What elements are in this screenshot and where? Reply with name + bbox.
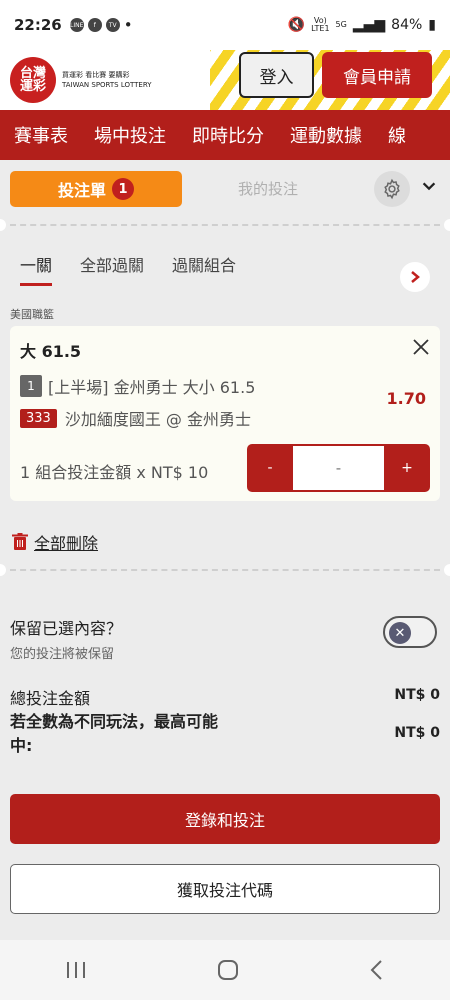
recent-apps-icon[interactable] xyxy=(65,960,87,980)
delete-all-label: 全部刪除 xyxy=(34,534,99,553)
mute-icon: 🔇 xyxy=(287,17,306,33)
quantity-stepper: - - + xyxy=(247,444,430,492)
tv-app-icon: TV xyxy=(105,18,120,32)
logo-english: TAIWAN SPORTS LOTTERY xyxy=(62,81,152,89)
nav-item-live-scores[interactable]: 即時比分 xyxy=(178,122,276,148)
selection-market-row: 1 [上半場] 金州勇士 大小 61.5 xyxy=(20,374,255,398)
back-icon[interactable] xyxy=(369,959,385,981)
close-icon xyxy=(413,339,429,355)
trash-icon xyxy=(12,533,28,550)
tab-my-bets[interactable]: 我的投注 xyxy=(238,178,298,199)
tab-single[interactable]: 一關 xyxy=(20,252,53,286)
notification-icons: LINE f TV • xyxy=(69,16,133,34)
selection-odds: 1.70 xyxy=(386,389,426,408)
quantity-input[interactable]: - xyxy=(293,446,384,490)
register-button[interactable]: 會員申請 xyxy=(322,52,432,98)
bet-selection-card: 大 61.5 1 [上半場] 金州勇士 大小 61.5 333 沙加緬度國王 @… xyxy=(10,326,440,501)
collapse-button[interactable] xyxy=(420,177,438,199)
tab-all-parlay[interactable]: 全部過關 xyxy=(80,252,144,286)
keep-selection-toggle[interactable]: ✕ xyxy=(383,616,437,648)
tab-parlay-combo[interactable]: 過關組合 xyxy=(172,252,236,286)
system-icons: 🔇 Vo) LTE1 5G ▂▄▆ 84% ▮ xyxy=(287,16,436,34)
next-tab-button[interactable] xyxy=(400,262,430,292)
selection-match-row: 333 沙加緬度國王 @ 金州勇士 xyxy=(20,406,251,430)
logo-tagline: 買運彩 看比賽 要購彩 xyxy=(62,71,130,79)
league-label: 美國職籃 xyxy=(10,308,54,321)
bet-type-tabs: 一關 全部過關 過關組合 xyxy=(0,232,450,294)
keep-selection-section: 保留已選內容？ 您的投注將被保留 ✕ xyxy=(0,577,450,662)
delete-all-button[interactable]: 全部刪除 xyxy=(0,501,450,563)
total-stake-value: NT$ 0 xyxy=(394,687,440,703)
clock: 22:26 xyxy=(14,16,62,34)
totals-section: 總投注金額 NT$ 0 若全數為不同玩法，最高可能中: NT$ 0 xyxy=(0,661,450,781)
network-type: 5G xyxy=(335,20,347,29)
battery-level: 84% xyxy=(391,17,423,33)
login-button[interactable]: 登入 xyxy=(239,52,314,98)
nav-item-more[interactable]: 線 xyxy=(374,122,418,148)
site-header: 台灣 運彩 買運彩 看比賽 要購彩 TAIWAN SPORTS LOTTERY 登… xyxy=(0,50,450,110)
login-and-bet-button[interactable]: 登錄和投注 xyxy=(10,794,440,844)
settings-button[interactable] xyxy=(374,171,410,207)
status-bar: 22:26 LINE f TV • 🔇 Vo) LTE1 5G ▂▄▆ 84% ▮ xyxy=(0,0,450,50)
dot-icon: • xyxy=(123,16,133,34)
leg-number-badge: 1 xyxy=(20,375,42,397)
divider-bottom xyxy=(0,563,450,577)
max-win-value: NT$ 0 xyxy=(394,725,440,741)
game-code-badge: 333 xyxy=(20,408,57,428)
facebook-icon: f xyxy=(87,18,102,32)
volte-icon: Vo) LTE1 xyxy=(311,16,330,33)
site-logo[interactable]: 台灣 運彩 買運彩 看比賽 要購彩 TAIWAN SPORTS LOTTERY xyxy=(10,57,152,103)
gear-icon xyxy=(384,178,400,200)
tab-bet-slip-label: 投注單 xyxy=(57,181,106,200)
stake-label: 1 組合投注金額 x NT$ 10 xyxy=(20,463,209,482)
line-app-icon: LINE xyxy=(69,18,84,32)
bet-slip-tabs: 投注單 1 我的投注 xyxy=(0,160,450,218)
nav-item-schedule[interactable]: 賽事表 xyxy=(0,122,80,148)
signal-icon: ▂▄▆ xyxy=(352,17,386,33)
battery-icon: ▮ xyxy=(428,17,436,33)
system-nav-bar xyxy=(0,940,450,1000)
selection-market: [上半場] 金州勇士 大小 61.5 xyxy=(48,378,256,397)
nav-item-live-betting[interactable]: 場中投注 xyxy=(80,122,178,148)
chevron-right-icon xyxy=(411,271,420,283)
main-nav: 賽事表 場中投注 即時比分 運動數據 線 xyxy=(0,110,450,160)
keep-selection-hint: 您的投注將被保留 xyxy=(10,647,115,662)
logo-text: 買運彩 看比賽 要購彩 TAIWAN SPORTS LOTTERY xyxy=(62,70,152,90)
toggle-off-icon: ✕ xyxy=(389,622,411,644)
selection-matchup: 沙加緬度國王 @ 金州勇士 xyxy=(64,410,252,429)
max-win-label: 若全數為不同玩法，最高可能中: xyxy=(10,712,219,755)
keep-selection-question: 保留已選內容？ xyxy=(10,619,123,638)
decrease-button[interactable]: - xyxy=(247,460,293,476)
nav-item-sports-data[interactable]: 運動數據 xyxy=(276,122,374,148)
divider-top xyxy=(0,218,450,232)
logo-seal: 台灣 運彩 xyxy=(10,57,56,103)
chevron-down-icon xyxy=(422,182,436,191)
get-bet-code-button[interactable]: 獲取投注代碼 xyxy=(10,864,440,914)
total-stake-label: 總投注金額 xyxy=(10,689,91,708)
home-icon[interactable] xyxy=(217,959,239,981)
selection-title: 大 61.5 xyxy=(20,342,82,361)
remove-selection-button[interactable] xyxy=(412,338,430,360)
increase-button[interactable]: + xyxy=(384,460,430,476)
tab-bet-slip[interactable]: 投注單 1 xyxy=(10,171,182,207)
bet-count-badge: 1 xyxy=(112,178,134,200)
